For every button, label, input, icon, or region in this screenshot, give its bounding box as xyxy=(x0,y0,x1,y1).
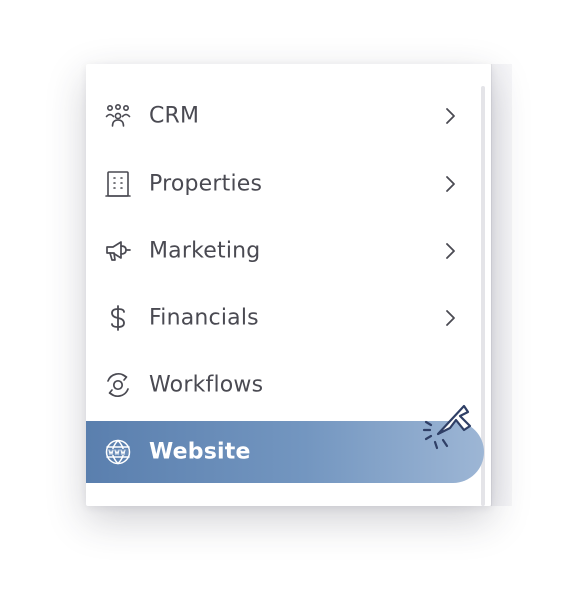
adjacent-panel-edge xyxy=(491,64,512,506)
click-cursor-icon xyxy=(422,404,472,450)
menu-item-marketing[interactable]: Marketing xyxy=(86,225,470,277)
people-group-icon xyxy=(104,102,132,130)
chevron-right-icon xyxy=(446,243,455,259)
building-icon xyxy=(104,170,132,198)
stage: CRM Properties Marketing Financials Work… xyxy=(0,0,575,593)
chevron-right-icon xyxy=(446,176,455,192)
menu-item-financials[interactable]: Financials xyxy=(86,292,470,344)
megaphone-icon xyxy=(104,237,132,265)
menu-item-label: Marketing xyxy=(149,238,261,264)
menu-item-label: CRM xyxy=(149,103,200,129)
menu-item-workflows[interactable]: Workflows xyxy=(86,359,470,411)
menu-item-crm[interactable]: CRM xyxy=(86,90,470,142)
menu-item-label: Workflows xyxy=(149,372,264,398)
chevron-right-icon xyxy=(446,310,455,326)
chevron-right-icon xyxy=(446,108,455,124)
workflow-icon xyxy=(104,371,132,399)
menu-item-label: Website xyxy=(149,439,251,465)
menu-item-properties[interactable]: Properties xyxy=(86,158,470,210)
www-globe-icon xyxy=(104,438,132,466)
menu-item-label: Properties xyxy=(149,171,263,197)
dollar-icon xyxy=(104,304,132,332)
menu-item-label: Financials xyxy=(149,305,259,331)
